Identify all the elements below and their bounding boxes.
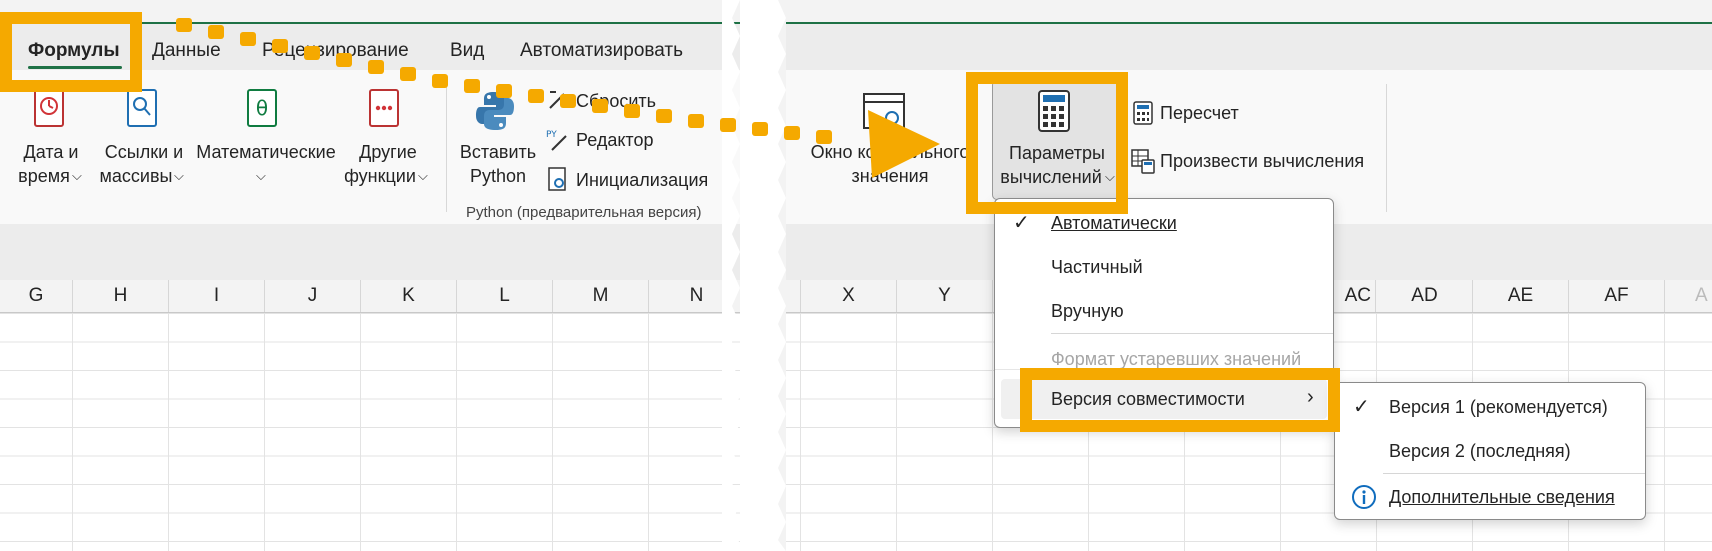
dotted-arrow — [176, 18, 940, 178]
